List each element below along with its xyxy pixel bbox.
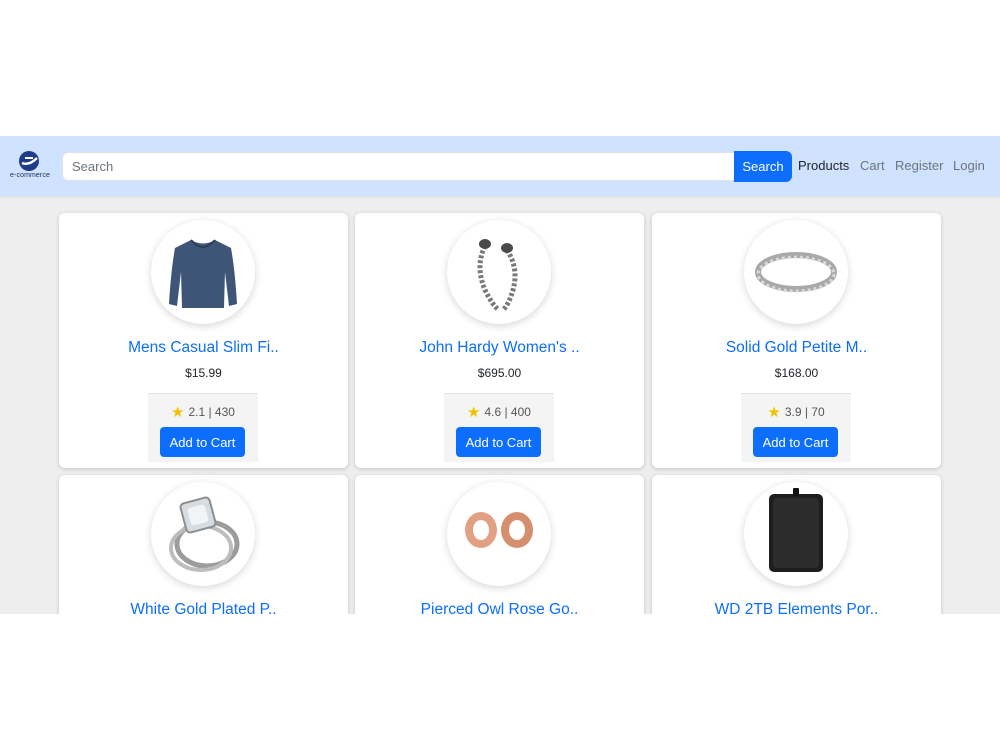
rating-text: 4.6 | 400	[484, 405, 531, 419]
rating-text: 3.9 | 70	[784, 405, 825, 419]
rating-text: 2.1 | 430	[188, 405, 235, 419]
product-card: Mens Casual Slim Fi.. $15.99 ★ 2.1 | 430 …	[59, 213, 348, 468]
app-viewport: Mens Casual Slim Fi.. $15.99 ★ 2.1 | 430 …	[0, 136, 1000, 614]
product-title[interactable]: WD 2TB Elements Por..	[652, 601, 941, 614]
ring-image[interactable]	[744, 220, 848, 324]
product-price: $168.00	[774, 366, 819, 380]
product-price: $695.00	[477, 366, 522, 380]
hard-drive-image[interactable]	[744, 482, 848, 586]
nav-products[interactable]: Products	[798, 158, 849, 174]
search-button[interactable]: Search	[734, 151, 792, 182]
product-card: Pierced Owl Rose Go..	[355, 475, 644, 614]
nav-cart[interactable]: Cart	[860, 158, 885, 174]
product-card: John Hardy Women's .. $695.00 ★ 4.6 | 400…	[355, 213, 644, 468]
star-icon: ★	[467, 404, 481, 421]
nav-register[interactable]: Register	[895, 158, 943, 174]
add-to-cart-button[interactable]: Add to Cart	[456, 427, 541, 457]
star-icon: ★	[767, 404, 781, 421]
card-footer: ★ 2.1 | 430 Add to Cart	[148, 393, 258, 462]
brand-logo[interactable]: e-commerce	[8, 150, 52, 184]
product-rating: ★ 2.1 | 430	[148, 403, 258, 421]
card-footer: ★ 3.9 | 70 Add to Cart	[741, 393, 851, 462]
product-title[interactable]: Mens Casual Slim Fi..	[59, 339, 348, 357]
product-title[interactable]: White Gold Plated P..	[59, 601, 348, 614]
product-title[interactable]: Solid Gold Petite M..	[652, 339, 941, 357]
nav-login[interactable]: Login	[953, 158, 985, 174]
bracelet-image[interactable]	[447, 220, 551, 324]
product-card: White Gold Plated P..	[59, 475, 348, 614]
logo-icon	[19, 151, 39, 171]
add-to-cart-button[interactable]: Add to Cart	[160, 427, 245, 457]
search-input[interactable]	[62, 152, 734, 181]
product-title[interactable]: John Hardy Women's ..	[355, 339, 644, 357]
star-icon: ★	[171, 404, 185, 421]
product-card: WD 2TB Elements Por..	[652, 475, 941, 614]
product-rating: ★ 3.9 | 70	[741, 403, 851, 421]
product-rating: ★ 4.6 | 400	[444, 403, 554, 421]
card-footer: ★ 4.6 | 400 Add to Cart	[444, 393, 554, 462]
navbar: e-commerce Search Products Cart Register…	[0, 136, 1000, 196]
product-price: $15.99	[185, 366, 222, 380]
ear-plugs-image[interactable]	[447, 482, 551, 586]
logo-text: e-commerce	[10, 172, 50, 179]
product-card: Solid Gold Petite M.. $168.00 ★ 3.9 | 70 …	[652, 213, 941, 468]
engagement-ring-image[interactable]	[151, 482, 255, 586]
product-title[interactable]: Pierced Owl Rose Go..	[355, 601, 644, 614]
add-to-cart-button[interactable]: Add to Cart	[753, 427, 838, 457]
shirt-image[interactable]	[151, 220, 255, 324]
